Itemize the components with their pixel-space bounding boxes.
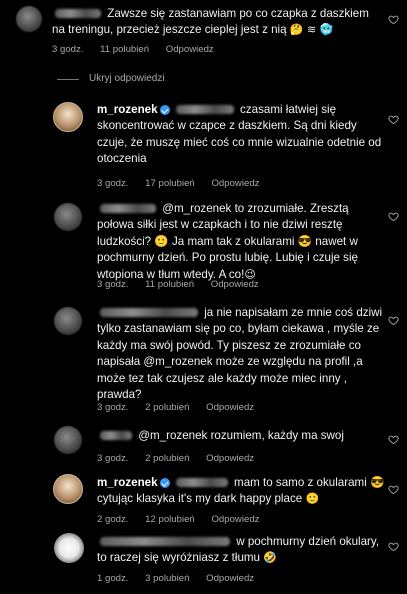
comment-2: m_rozenek czasami łatwiej się skoncentro… [0, 98, 407, 193]
reply-button[interactable]: Odpowiedz [206, 453, 254, 464]
timestamp: 2 godz. [97, 514, 129, 525]
blurred-username[interactable] [100, 204, 156, 214]
comment-meta: 3 godz. 11 polubień Odpowiedz [97, 279, 273, 290]
divider-line [57, 79, 79, 80]
comment-meta: 1 godz. 3 polubień Odpowiedz [97, 573, 268, 584]
timestamp: 3 godz. [97, 402, 129, 413]
likes-count[interactable]: 3 polubień [145, 573, 189, 584]
comment-meta: 3 godz. 2 polubień Odpowiedz [97, 453, 268, 464]
comment-4: ja nie napisałam ze mnie coś dziwi tylko… [0, 301, 407, 418]
blurred-username[interactable] [100, 431, 132, 441]
comment-5: @m_rozenek rozumiem, każdy ma swoj 3 god… [0, 422, 407, 469]
timestamp: 3 godz. [52, 44, 84, 55]
heart-icon[interactable] [388, 114, 399, 125]
likes-count[interactable]: 2 polubień [145, 453, 189, 464]
reply-button[interactable]: Odpowiedz [211, 178, 259, 189]
timestamp: 1 godz. [97, 573, 129, 584]
likes-count[interactable]: 17 polubień [145, 178, 195, 189]
comment-text: ja nie napisałam ze mnie coś dziwi tylko… [97, 306, 383, 402]
comment-meta: 2 godz. 12 polubień Odpowiedz [97, 514, 273, 525]
comment-text: w pochmurny dzień okulary, to raczej się… [97, 535, 380, 565]
likes-count[interactable]: 11 polubień [100, 44, 149, 55]
comment-text: Zawsze się zastanawiam po co czapka z da… [52, 7, 369, 37]
verified-badge-icon [159, 477, 170, 488]
heart-icon[interactable] [388, 14, 399, 25]
username[interactable]: m_rozenek [97, 103, 158, 116]
avatar[interactable] [54, 203, 82, 231]
comment-7: w pochmurny dzień okulary, to raczej się… [0, 533, 407, 594]
likes-count[interactable]: 2 polubień [145, 402, 189, 413]
comment-text: m_rozenek czasami łatwiej się skoncentro… [97, 103, 382, 166]
heart-icon[interactable] [388, 211, 399, 222]
likes-count[interactable]: 11 polubień [145, 279, 194, 290]
heart-icon[interactable] [388, 315, 399, 326]
reply-button[interactable]: Odpowiedz [211, 279, 259, 290]
reply-button[interactable]: Odpowiedz [166, 44, 214, 55]
timestamp: 3 godz. [97, 279, 129, 290]
emoji: 🙂 [305, 492, 320, 506]
heart-icon[interactable] [388, 541, 399, 552]
verified-badge-icon [159, 104, 170, 115]
reply-button[interactable]: Odpowiedz [206, 573, 254, 584]
avatar[interactable] [53, 474, 83, 504]
timestamp: 3 godz. [97, 453, 129, 464]
reply-button[interactable]: Odpowiedz [211, 514, 259, 525]
timestamp: 3 godz. [97, 178, 129, 189]
emoji: 🤣 [263, 551, 277, 565]
heart-icon[interactable] [388, 484, 399, 495]
reply-button[interactable]: Odpowiedz [206, 402, 254, 413]
comment-meta: 3 godz. 17 polubień Odpowiedz [97, 178, 273, 189]
comment-text: @m_rozenek to zrozumiałe. Zresztą połowa… [97, 202, 359, 281]
avatar[interactable] [54, 533, 84, 563]
heart-icon[interactable] [388, 434, 399, 445]
comment-meta: 3 godz. 11 polubień Odpowiedz [52, 44, 228, 55]
username[interactable]: m_rozenek [97, 476, 158, 489]
avatar[interactable] [53, 102, 83, 132]
comment-meta: 3 godz. 2 polubień Odpowiedz [97, 402, 268, 413]
comment-1: Zawsze się zastanawiam po co czapka z da… [0, 0, 407, 62]
avatar[interactable] [16, 6, 42, 32]
blurred-username[interactable] [100, 537, 230, 547]
avatar[interactable] [54, 426, 82, 454]
comment-text: @m_rozenek rozumiem, każdy ma swoj [97, 428, 387, 444]
avatar[interactable] [54, 307, 82, 335]
likes-count[interactable]: 12 polubień [145, 514, 195, 525]
blurred-username[interactable] [55, 9, 101, 19]
comment-3: @m_rozenek to zrozumiałe. Zresztą połowa… [0, 197, 407, 297]
blurred-username[interactable] [100, 308, 198, 318]
blurred-username[interactable] [175, 478, 228, 488]
emoji: 🤔 ≋ 🥶 [289, 23, 334, 37]
blurred-username[interactable] [175, 105, 234, 115]
hide-replies-button[interactable]: Ukryj odpowiedzi [89, 73, 165, 84]
comment-text: m_rozenek mam to samo z okularami 😎 cytu… [97, 476, 385, 506]
comment-6: m_rozenek mam to samo z okularami 😎 cytu… [0, 472, 407, 527]
